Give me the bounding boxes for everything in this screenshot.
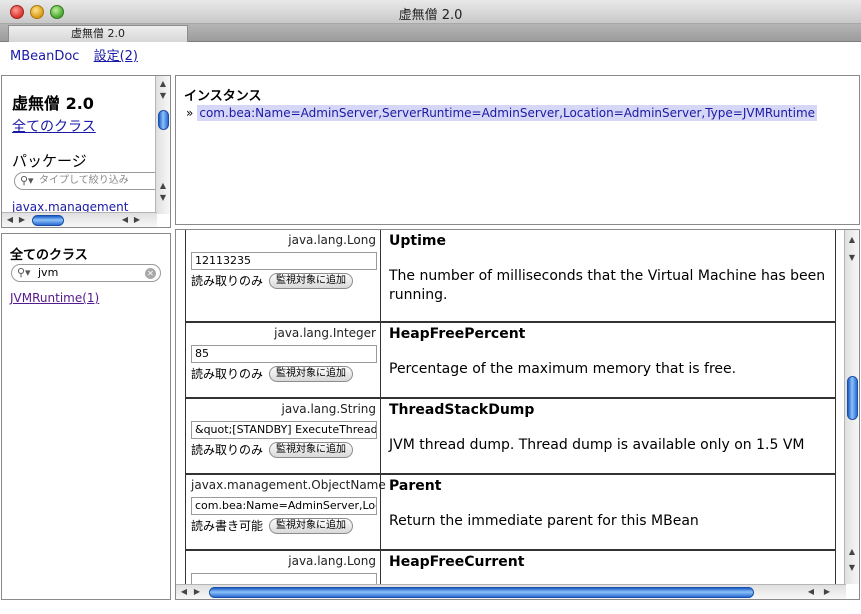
tab-strip: 虚無僧 2.0 — [0, 24, 861, 42]
nav-settings-link[interactable]: 設定(2) — [94, 49, 138, 64]
instance-item: » com.bea:Name=AdminServer,ServerRuntime=… — [186, 105, 818, 121]
package-frame-title: 虚無僧 2.0 — [12, 94, 94, 113]
bullet-icon: » — [186, 106, 194, 120]
scroll-down-arrow-icon[interactable]: ▼ — [156, 192, 170, 204]
package-horizontal-scrollbar[interactable]: ◀ ▶ ◀ ▶ — [2, 212, 157, 227]
attribute-info-cell: Parent Return the immediate parent for t… — [381, 475, 835, 549]
class-search-value: jvm — [38, 266, 59, 279]
add-to-monitor-button[interactable]: 監視対象に追加 — [269, 517, 354, 534]
attribute-description: JVM thread dump. Thread dump is availabl… — [389, 437, 805, 453]
clear-search-icon[interactable]: ✕ — [145, 268, 156, 279]
attribute-table: java.lang.Long 12113235 読み取りのみ 監視対象に追加 U… — [185, 230, 836, 591]
attribute-info-cell: ThreadStackDump JVM thread dump. Thread … — [381, 399, 835, 473]
class-link-jvmruntime[interactable]: JVMRuntime(1) — [10, 291, 99, 305]
attribute-value-cell: javax.management.ObjectName com.bea:Name… — [186, 475, 386, 549]
scroll-up-arrow-icon[interactable]: ▲ — [845, 234, 859, 246]
scroll-right-arrow-icon[interactable]: ▶ — [15, 214, 29, 226]
instance-link[interactable]: com.bea:Name=AdminServer,ServerRuntime=A… — [197, 105, 818, 121]
scroll-up-arrow-icon[interactable]: ▲ — [156, 78, 170, 90]
attribute-row: javax.management.ObjectName com.bea:Name… — [186, 475, 835, 551]
attribute-access-line: 読み取りのみ 監視対象に追加 — [191, 441, 376, 458]
browser-window: 虚無僧 2.0 虚無僧 2.0 MBeanDoc 設定(2) 虚無僧 2.0 全… — [0, 0, 861, 614]
attribute-type: java.lang.Integer — [274, 326, 376, 340]
instance-frame-title: インスタンス — [184, 89, 262, 104]
title-bar: 虚無僧 2.0 — [0, 0, 861, 24]
scroll-down-arrow-icon[interactable]: ▼ — [845, 562, 859, 574]
attribute-name: HeapFreeCurrent — [389, 554, 525, 570]
scroll-left-arrow-icon[interactable]: ◀ — [804, 586, 818, 598]
window-title: 虚無僧 2.0 — [398, 8, 463, 23]
attribute-info-cell: HeapFreePercent Percentage of the maximu… — [381, 323, 835, 397]
scroll-down-arrow-icon[interactable]: ▼ — [845, 252, 859, 264]
scroll-thumb[interactable] — [32, 215, 64, 226]
attribute-access: 読み取りのみ — [191, 367, 264, 381]
package-frame: 虚無僧 2.0 全てのクラス パッケージ ⚲▾ タイプして絞り込み javax.… — [1, 75, 171, 228]
instance-frame: インスタンス » com.bea:Name=AdminServer,ServerR… — [175, 75, 860, 225]
attribute-value-cell: java.lang.Long 12113235 読み取りのみ 監視対象に追加 — [186, 230, 381, 321]
attribute-access: 読み取りのみ — [191, 274, 264, 288]
attribute-description: Return the immediate parent for this MBe… — [389, 513, 699, 529]
scroll-right-arrow-icon[interactable]: ▶ — [190, 586, 204, 598]
attribute-access-line: 読み取りのみ 監視対象に追加 — [191, 365, 376, 382]
attribute-value-cell: java.lang.String &quot;[STANDBY] Execute… — [186, 399, 381, 473]
nav-mbeandoc-link[interactable]: MBeanDoc — [10, 49, 79, 64]
attribute-name: Uptime — [389, 233, 446, 249]
class-frame: 全てのクラス ⚲▾ jvm ✕ JVMRuntime(1) — [1, 233, 171, 600]
search-icon: ⚲▾ — [20, 174, 34, 187]
attribute-frame: java.lang.Long 12113235 読み取りのみ 監視対象に追加 U… — [175, 229, 860, 600]
attribute-description: The number of milliseconds that the Virt… — [389, 268, 826, 303]
attribute-access-line: 読み取りのみ 監視対象に追加 — [191, 272, 376, 289]
scroll-right-arrow-icon[interactable]: ▶ — [130, 214, 144, 226]
scroll-left-arrow-icon[interactable]: ◀ — [177, 586, 191, 598]
attribute-description: Percentage of the maximum memory that is… — [389, 361, 737, 377]
scroll-thumb[interactable] — [209, 587, 754, 598]
add-to-monitor-button[interactable]: 監視対象に追加 — [269, 272, 354, 289]
package-vertical-scrollbar[interactable]: ▲ ▼ ▲ ▼ — [155, 76, 170, 214]
attribute-info-cell: Uptime The number of milliseconds that t… — [381, 230, 835, 321]
attribute-value-field[interactable]: com.bea:Name=AdminServer,Loca — [191, 497, 377, 515]
attribute-horizontal-scrollbar[interactable]: ◀ ▶ ◀ ▶ — [176, 584, 846, 599]
attribute-value-field[interactable]: 85 — [191, 345, 377, 363]
scroll-thumb[interactable] — [847, 376, 858, 420]
top-nav: MBeanDoc 設定(2) — [10, 45, 148, 64]
scroll-up-arrow-icon[interactable]: ▲ — [156, 180, 170, 192]
attribute-type: java.lang.Long — [288, 233, 376, 247]
tab-active[interactable]: 虚無僧 2.0 — [8, 25, 188, 42]
attribute-name: ThreadStackDump — [389, 402, 535, 418]
packages-heading: パッケージ — [12, 152, 87, 170]
all-classes-link[interactable]: 全てのクラス — [12, 116, 96, 136]
search-icon: ⚲▾ — [17, 266, 31, 279]
class-search-input[interactable]: ⚲▾ jvm ✕ — [11, 264, 161, 282]
attribute-value-field[interactable]: &quot;[STANDBY] ExecuteThread: — [191, 421, 377, 439]
attribute-row: java.lang.Integer 85 読み取りのみ 監視対象に追加 Heap… — [186, 323, 835, 399]
attribute-type: java.lang.Long — [288, 554, 376, 568]
attribute-name: HeapFreePercent — [389, 326, 526, 342]
attribute-access: 読み書き可能 — [191, 519, 264, 533]
attribute-access: 読み取りのみ — [191, 443, 264, 457]
scroll-down-arrow-icon[interactable]: ▼ — [156, 90, 170, 102]
attribute-name: Parent — [389, 478, 442, 494]
add-to-monitor-button[interactable]: 監視対象に追加 — [269, 365, 354, 382]
class-frame-title: 全てのクラス — [10, 248, 88, 263]
attribute-value-cell: java.lang.Integer 85 読み取りのみ 監視対象に追加 — [186, 323, 381, 397]
scroll-right-arrow-icon[interactable]: ▶ — [820, 586, 834, 598]
package-filter-input[interactable]: ⚲▾ タイプして絞り込み — [14, 172, 164, 190]
scroll-up-arrow-icon[interactable]: ▲ — [845, 546, 859, 558]
attribute-value-field[interactable]: 12113235 — [191, 252, 377, 270]
attribute-access-line: 読み書き可能 監視対象に追加 — [191, 517, 376, 534]
package-filter-placeholder: タイプして絞り込み — [39, 175, 129, 186]
scroll-thumb[interactable] — [158, 110, 169, 130]
attribute-type: java.lang.String — [281, 402, 377, 416]
attribute-vertical-scrollbar[interactable]: ▲ ▼ ▲ ▼ — [844, 230, 859, 584]
attribute-type: javax.management.ObjectName — [191, 478, 386, 492]
attribute-row: java.lang.String &quot;[STANDBY] Execute… — [186, 399, 835, 475]
add-to-monitor-button[interactable]: 監視対象に追加 — [269, 441, 354, 458]
attribute-row: java.lang.Long 12113235 読み取りのみ 監視対象に追加 U… — [186, 230, 835, 323]
